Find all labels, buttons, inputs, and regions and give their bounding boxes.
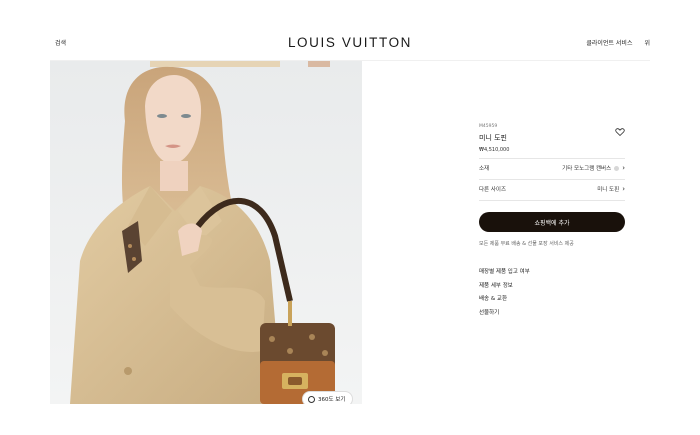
shipping-note: 모든 제품 무료 배송 & 선물 포장 서비스 제공 (479, 241, 574, 247)
product-info: M45959 미니 도핀 ₩4,510,000 소재 기타 모노그램 캔버스 ›… (479, 124, 625, 247)
product-details-link[interactable]: 제품 세부 정보 (479, 281, 530, 295)
material-value: 기타 모노그램 캔버스 (562, 166, 612, 172)
store-availability-link[interactable]: 매장별 제품 입고 여부 (479, 267, 530, 281)
size-selector[interactable]: 미니 도핀 › (597, 185, 625, 193)
chevron-right-icon: › (622, 185, 625, 193)
add-to-cart-button[interactable]: 쇼핑백에 추가 (479, 212, 625, 232)
product-sku: M45959 (479, 124, 498, 129)
divider (479, 200, 625, 201)
size-label: 다른 사이즈 (479, 187, 507, 193)
color-swatch (614, 165, 620, 171)
product-price: ₩4,510,000 (479, 147, 510, 153)
chevron-right-icon: › (622, 164, 625, 172)
size-value: 미니 도핀 (597, 187, 620, 193)
gifting-link[interactable]: 선물하기 (479, 308, 530, 322)
product-links: 매장별 제품 입고 여부 제품 세부 정보 배송 & 교환 선물하기 (479, 267, 530, 321)
product-image[interactable]: 360도 보기 (50, 61, 362, 404)
client-services-link[interactable]: 클라이언트 서비스 (586, 38, 632, 47)
model-photo (50, 61, 362, 404)
wishlist-link[interactable]: 위 (644, 38, 650, 47)
material-label: 소재 (479, 166, 490, 172)
site-header: 검색 LOUIS VUITTON 클라이언트 서비스 위 (0, 0, 700, 62)
heart-icon[interactable] (615, 127, 625, 137)
material-selector[interactable]: 기타 모노그램 캔버스 › (562, 164, 625, 172)
view-360-button[interactable]: 360도 보기 (302, 391, 354, 404)
product-name: 미니 도핀 (479, 134, 507, 142)
material-row[interactable]: 소재 기타 모노그램 캔버스 › (479, 158, 625, 178)
size-row[interactable]: 다른 사이즈 미니 도핀 › (479, 179, 625, 199)
delivery-returns-link[interactable]: 배송 & 교환 (479, 294, 530, 308)
rotate-360-icon (308, 395, 315, 403)
view-360-label: 360도 보기 (318, 397, 346, 403)
header-actions: 클라이언트 서비스 위 (586, 38, 650, 47)
